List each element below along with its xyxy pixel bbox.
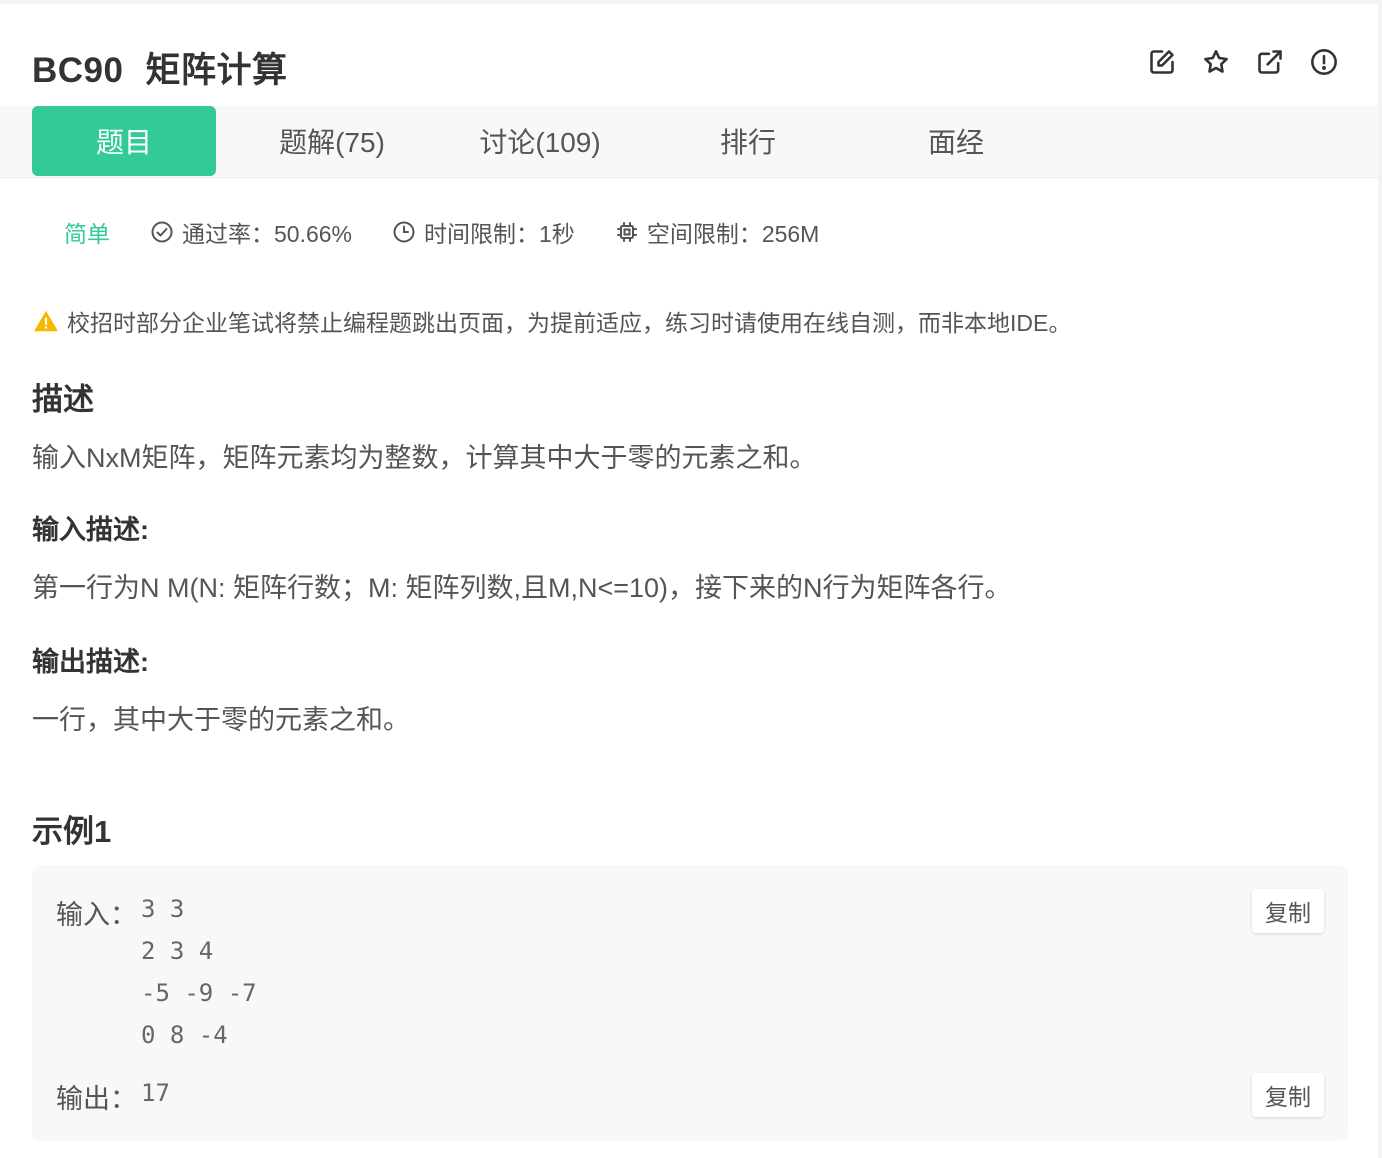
description-text: 输入NxM矩阵，矩阵元素均为整数，计算其中大于零的元素之和。 [32, 443, 817, 473]
example-input-line: 3 3 [141, 895, 185, 923]
page-title: BC90 矩阵计算 [32, 42, 288, 93]
output-desc-heading: 输出描述: [32, 647, 149, 677]
problem-header: BC90 矩阵计算 [0, 4, 1378, 106]
time-limit: 时间限制：1秒 [392, 215, 575, 249]
time-limit-text: 时间限制：1秒 [424, 221, 575, 247]
edit-icon [1150, 50, 1174, 74]
tab-solutions[interactable]: 题解(75) [240, 106, 424, 176]
example-input-line: 2 3 4 [141, 937, 214, 965]
tab-ranking[interactable]: 排行 [656, 106, 840, 176]
notice-text: 校招时部分企业笔试将禁止编程题跳出页面，为提前适应，练习时请使用在线自测，而非本… [67, 310, 1072, 336]
input-desc-heading: 输入描述: [32, 515, 149, 545]
problem-code: BC90 [32, 51, 124, 90]
report-button[interactable] [1308, 46, 1340, 78]
edit-button[interactable] [1146, 46, 1178, 78]
pass-rate-text: 通过率：50.66% [182, 221, 353, 247]
pass-rate: 通过率：50.66% [150, 215, 352, 249]
copy-output-button[interactable]: 复制 [1252, 1073, 1324, 1117]
difficulty-badge: 简单 [64, 221, 110, 247]
external-link-icon [1258, 50, 1282, 74]
clock-icon [393, 221, 415, 243]
example-output-value[interactable]: 17 [141, 1079, 170, 1107]
header-actions [1146, 46, 1340, 78]
problem-name: 矩阵计算 [145, 51, 288, 90]
notice-bar: 校招时部分企业笔试将禁止编程题跳出页面，为提前适应，练习时请使用在线自测，而非本… [33, 304, 1071, 338]
example-input-label: 输入： [56, 900, 137, 930]
example-output-label: 输出： [56, 1084, 137, 1114]
memory-limit: 空间限制：256M [615, 215, 820, 249]
problem-meta: 简单 通过率：50.66% 时间限制：1秒 空间限制：256M [64, 214, 859, 250]
report-icon [1311, 49, 1337, 75]
example-box: 输入： 3 3 2 3 4 -5 -9 -7 0 8 -4 复制 输出： 17 … [32, 865, 1348, 1141]
example-input-lines[interactable]: 3 3 2 3 4 -5 -9 -7 0 8 -4 [141, 895, 257, 1063]
chip-icon [616, 222, 637, 242]
tab-interview[interactable]: 面经 [864, 106, 1048, 176]
tab-problem[interactable]: 题目 [32, 106, 216, 176]
example-heading: 示例1 [32, 814, 112, 849]
description-heading: 描述 [32, 382, 94, 417]
warning-icon [34, 310, 58, 332]
input-desc-text: 第一行为N M(N: 矩阵行数；M: 矩阵列数,且M,N<=10)，接下来的N行… [32, 573, 1012, 603]
check-circle-icon [151, 221, 173, 243]
star-icon [1204, 49, 1228, 73]
copy-input-button[interactable]: 复制 [1252, 889, 1324, 933]
share-button[interactable] [1254, 46, 1286, 78]
tab-discussion[interactable]: 讨论(109) [448, 106, 632, 176]
scrollbar-track[interactable] [1378, 0, 1382, 1158]
favorite-button[interactable] [1200, 46, 1232, 78]
memory-limit-text: 空间限制：256M [646, 221, 820, 247]
example-input-line: 0 8 -4 [141, 1021, 228, 1049]
example-input-line: -5 -9 -7 [141, 979, 257, 1007]
output-desc-text: 一行，其中大于零的元素之和。 [32, 705, 410, 735]
tab-bar: 题目 题解(75) 讨论(109) 排行 面经 [0, 106, 1378, 178]
